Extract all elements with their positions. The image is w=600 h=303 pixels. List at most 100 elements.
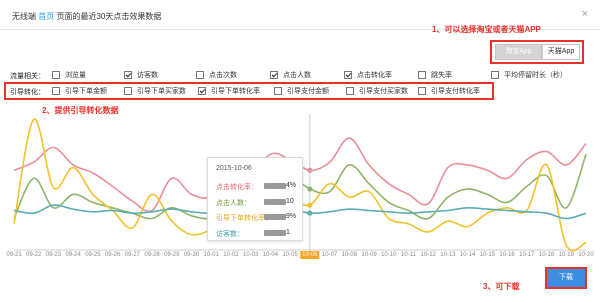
traffic-checkbox-label: 跳失率 [431, 72, 452, 79]
checkbox-unchecked-icon[interactable] [52, 71, 60, 79]
conversion-checkbox-label: 引导支付金额 [287, 88, 329, 95]
traffic-checkbox-6[interactable]: 平均停留时长（秒） [491, 70, 567, 80]
conversion-checkbox-1[interactable]: 引导下单买家数 [124, 86, 186, 96]
x-tick-label: 10-08 [341, 252, 357, 258]
traffic-checkbox-label: 浏览量 [65, 72, 86, 79]
redacted-value [264, 230, 286, 236]
x-tick-label: 10-16 [499, 252, 515, 258]
download-button[interactable]: 下载 [545, 267, 587, 289]
redacted-value [264, 214, 286, 220]
tooltip-row-label: 点击人数： [216, 200, 251, 207]
chart-tooltip: 2015-10-06 点击转化率： 4% 点击人数： 10 引导下单转化率： 9% 访客数：… [207, 157, 303, 241]
conversion-checkbox-5[interactable]: 引导支付转化率 [418, 86, 480, 96]
x-tick-label: 10-15 [479, 252, 496, 258]
x-tick-label: 10-20 [578, 252, 594, 258]
x-tick-label: 09-27 [124, 252, 141, 258]
checkbox-unchecked-icon[interactable] [346, 87, 354, 95]
conversion-checkbox-2[interactable]: 引导下单转化率 [198, 86, 260, 96]
conversion-checkbox-label: 引导支付买家数 [359, 88, 408, 95]
traffic-checkbox-0[interactable]: 浏览量 [52, 70, 86, 80]
x-tick-label: 09-23 [45, 252, 62, 258]
tooltip-row-value-suffix: 4% [286, 182, 297, 189]
traffic-checkbox-5[interactable]: 跳失率 [418, 70, 452, 80]
traffic-checkbox-1[interactable]: 访客数 [124, 70, 158, 80]
annotation-download-note: 3、可下载 [483, 282, 520, 291]
checkbox-unchecked-icon[interactable] [124, 87, 132, 95]
dialog-title: 无线端 首页 页面的最近30天点击效果数据 [12, 11, 161, 22]
tooltip-row-label: 访客数： [216, 231, 244, 238]
title-prefix: 无线端 [12, 12, 36, 21]
close-icon[interactable]: × [582, 9, 588, 20]
title-suffix: 页面的最近30天点击效果数据 [56, 12, 162, 21]
x-tick-label: 10-12 [420, 252, 436, 258]
tooltip-row: 访客数： [216, 229, 244, 239]
x-tick-label: 09-26 [104, 252, 121, 258]
annotation-app-note: 1、可以选择淘宝或者天猫APP [432, 25, 541, 34]
x-tick-label: 10-06 [300, 251, 320, 259]
x-tick-label: 10-09 [361, 252, 377, 258]
tooltip-row: 点击转化率： [216, 182, 258, 192]
checkbox-unchecked-icon[interactable] [491, 71, 499, 79]
x-tick-label: 09-30 [183, 252, 200, 258]
checkbox-unchecked-icon[interactable] [418, 87, 426, 95]
traffic-row-label: 流量相关： [10, 73, 45, 80]
x-tick-label: 10-10 [381, 252, 397, 258]
x-tick-label: 09-22 [26, 252, 42, 258]
x-tick-label: 09-25 [85, 252, 101, 258]
x-tick-label: 10-03 [243, 252, 259, 258]
series-point-1 [307, 186, 313, 192]
traffic-checkbox-4[interactable]: 点击转化率 [344, 70, 392, 80]
conversion-checkbox-3[interactable]: 引导支付金额 [274, 86, 329, 96]
checkbox-unchecked-icon[interactable] [196, 71, 204, 79]
title-home-link[interactable]: 首页 [38, 12, 54, 21]
redacted-value [264, 199, 286, 205]
tooltip-row-value-suffix: 1 [286, 229, 290, 236]
app-option-tmall[interactable]: 天猫App [542, 44, 580, 60]
series-point-0 [307, 167, 313, 173]
x-tick-label: 09-24 [65, 252, 81, 258]
conversion-checkbox-label: 引导下单买家数 [137, 88, 186, 95]
tooltip-row: 点击人数： [216, 198, 251, 208]
checkbox-unchecked-icon[interactable] [52, 87, 60, 95]
traffic-checkbox-label: 访客数 [137, 72, 158, 79]
checkbox-checked-icon[interactable] [344, 71, 352, 79]
conversion-checkbox-0[interactable]: 引导下单金额 [52, 86, 107, 96]
checkbox-checked-icon[interactable] [124, 71, 132, 79]
x-tick-label: 10-02 [223, 252, 239, 258]
checkbox-checked-icon[interactable] [270, 71, 278, 79]
checkbox-unchecked-icon[interactable] [274, 87, 282, 95]
x-tick-label: 10-17 [519, 252, 535, 258]
conversion-checkbox-label: 引导下单转化率 [211, 88, 260, 95]
traffic-checkbox-label: 平均停留时长（秒） [504, 72, 567, 79]
x-tick-label: 09-28 [144, 252, 160, 258]
conversion-checkbox-4[interactable]: 引导支付买家数 [346, 86, 408, 96]
x-tick-label: 10-04 [262, 252, 279, 258]
checkbox-checked-icon[interactable] [198, 87, 206, 95]
x-tick-label: 10-07 [321, 252, 338, 258]
x-tick-label: 10-14 [459, 252, 476, 258]
traffic-checkbox-3[interactable]: 点击人数 [270, 70, 311, 80]
tooltip-row-value-suffix: 10 [286, 198, 294, 205]
conversion-checkbox-label: 引导支付转化率 [431, 88, 480, 95]
x-axis-labels: 09-21 09-22 09-23 09-24 09-25 09-26 09-27 09-28… [0, 251, 600, 262]
traffic-checkbox-label: 点击人数 [283, 72, 311, 79]
checkbox-unchecked-icon[interactable] [418, 71, 426, 79]
tooltip-row-value-suffix: 9% [286, 213, 297, 220]
tooltip-date: 2015-10-06 [216, 165, 252, 172]
x-tick-label: 09-29 [164, 252, 180, 258]
traffic-checkbox-2[interactable]: 点击次数 [196, 70, 237, 80]
series-point-2 [307, 202, 313, 208]
x-tick-label: 10-19 [558, 252, 574, 258]
conversion-checkbox-label: 引导下单金额 [65, 88, 107, 95]
x-tick-label: 09-21 [6, 252, 22, 258]
traffic-checkbox-label: 点击转化率 [357, 72, 392, 79]
app-option-taobao[interactable]: 淘宝App [495, 44, 542, 60]
x-tick-label: 10-01 [203, 252, 219, 258]
x-tick-label: 10-05 [282, 252, 298, 258]
x-tick-label: 10-18 [538, 252, 555, 258]
tooltip-row-label: 点击转化率： [216, 184, 258, 191]
series-point-3 [307, 210, 313, 216]
redacted-value [264, 183, 286, 189]
x-tick-label: 10-13 [440, 252, 456, 258]
traffic-checkbox-label: 点击次数 [209, 72, 237, 79]
